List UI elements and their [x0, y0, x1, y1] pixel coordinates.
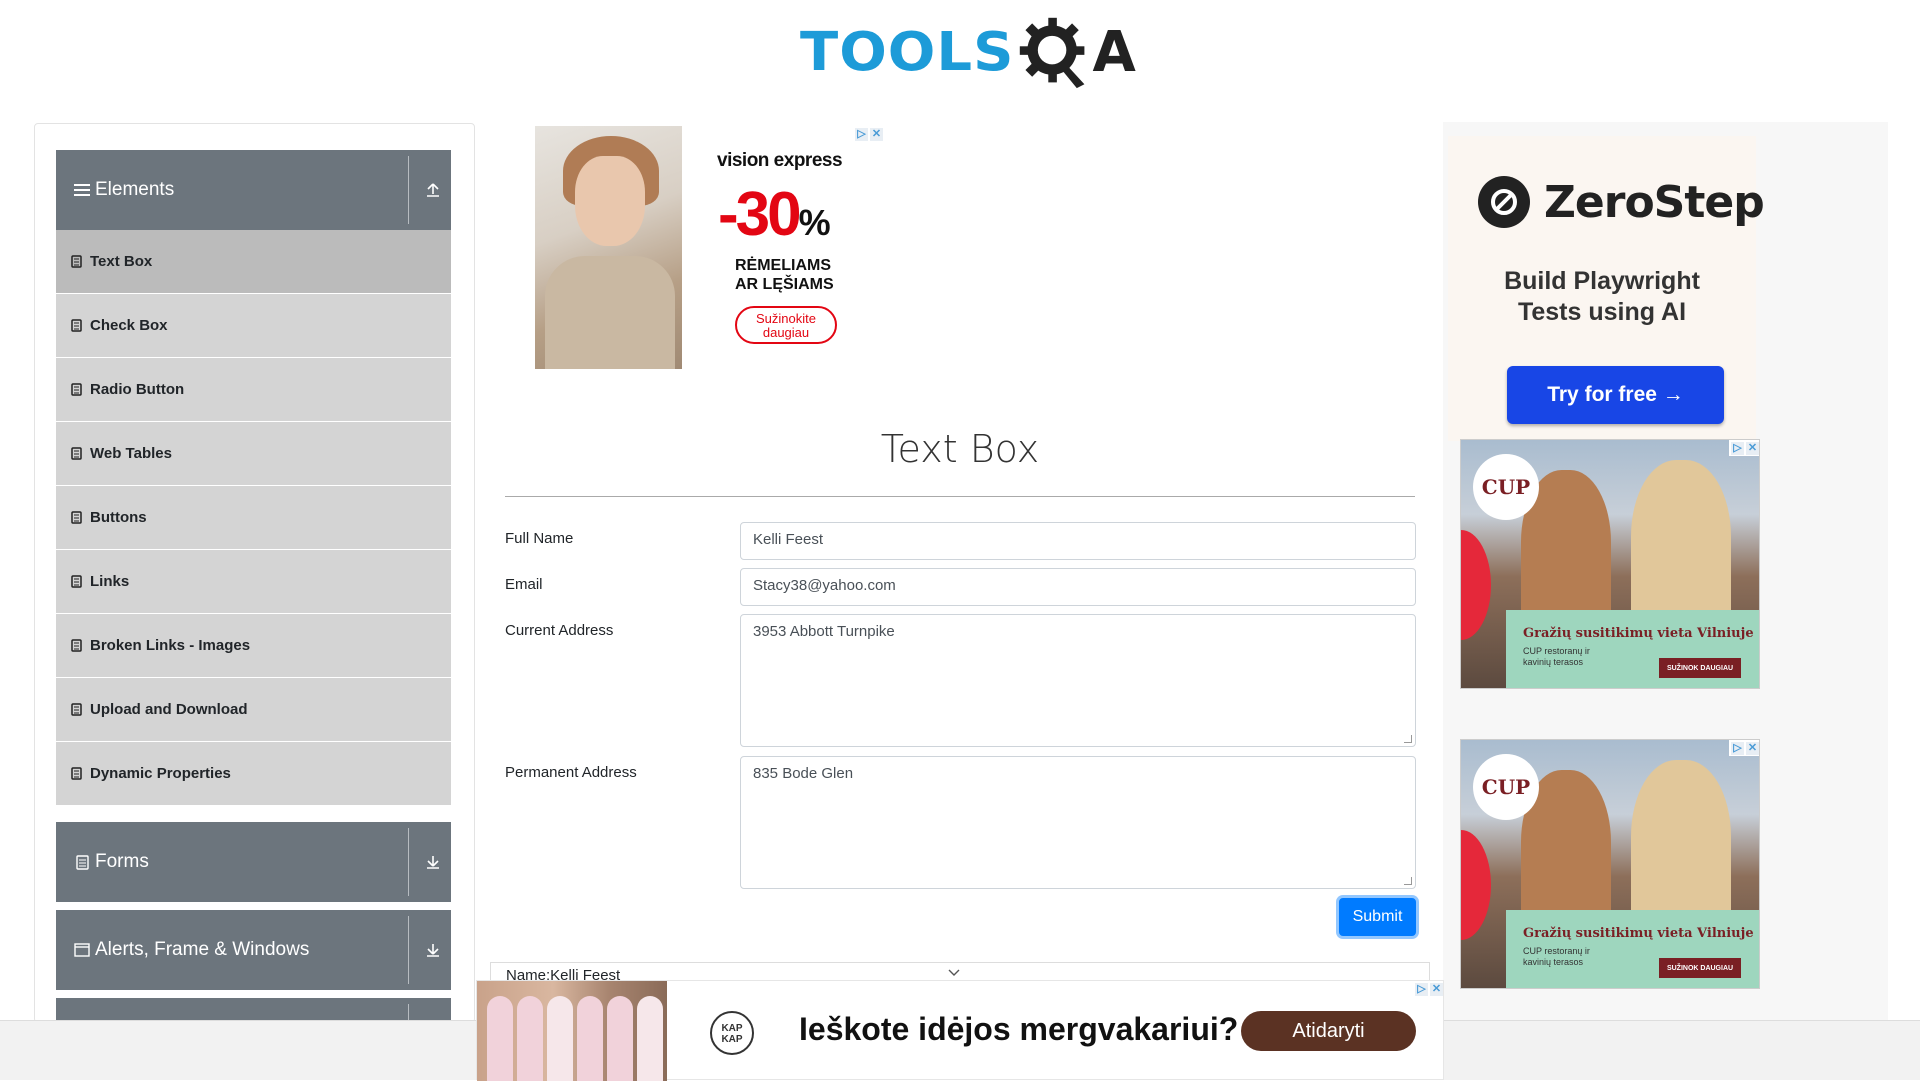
document-icon [71, 575, 83, 589]
sidebar-item-buttons[interactable]: Buttons [56, 486, 451, 550]
logo-text-tools: TOOLS [800, 21, 1015, 83]
group-label-forms: Forms [95, 851, 149, 872]
resize-handle[interactable] [1404, 735, 1412, 743]
cup-subtitle: CUP restoranų ir kavinių terasos [1523, 946, 1590, 967]
logo-text-a: A [1092, 19, 1136, 85]
sidebar-item-label: Web Tables [90, 445, 172, 462]
cup-cta-button[interactable]: SUŽINOK DAUGIAU [1659, 658, 1741, 678]
cup-logo: CUP [1473, 754, 1539, 820]
document-icon [71, 767, 83, 781]
submit-button[interactable]: Submit [1339, 898, 1416, 936]
cup-title: Gražių susitikimų vieta Vilniuje [1523, 626, 1754, 641]
toolsqa-logo[interactable]: TOOLS A [800, 12, 1136, 92]
document-icon [71, 383, 83, 397]
right-ad-column: ZeroStep Build Playwright Tests using AI… [1443, 122, 1888, 1022]
sidebar-item-broken-links[interactable]: Broken Links - Images [56, 614, 451, 678]
full-name-input[interactable]: Kelli Feest [740, 522, 1416, 560]
zerostep-ad[interactable]: ZeroStep Build Playwright Tests using AI… [1448, 136, 1765, 441]
zerostep-icon [1478, 176, 1530, 228]
current-address-textarea[interactable]: 3953 Abbott Turnpike [740, 614, 1416, 747]
page-header: TOOLS A [0, 0, 1920, 110]
kapkap-logo: KAP KAP [710, 1011, 754, 1055]
divider [505, 496, 1415, 497]
window-icon [73, 941, 91, 959]
document-icon [71, 319, 83, 333]
banner-photo [477, 981, 667, 1081]
sidebar-item-web-tables[interactable]: Web Tables [56, 422, 451, 486]
divider [408, 156, 409, 224]
document-icon [71, 703, 83, 717]
sidebar-item-check-box[interactable]: Check Box [56, 294, 451, 358]
document-icon [71, 639, 83, 653]
ad-photo [535, 126, 682, 369]
ad-cta-button[interactable]: Sužinokite daugiau [735, 306, 837, 344]
gear-q-icon [1020, 17, 1085, 89]
permanent-address-textarea[interactable]: 835 Bode Glen [740, 756, 1416, 889]
cup-subtitle: CUP restoranų ir kavinių terasos [1523, 646, 1590, 667]
zerostep-logo: ZeroStep [1478, 176, 1765, 228]
ad-text: RĖMELIAMS AR LĘŠIAMS [735, 257, 834, 293]
collapse-icon[interactable] [421, 178, 445, 202]
full-name-label: Full Name [505, 530, 574, 547]
chevron-down-icon [948, 969, 960, 976]
permanent-address-value: 835 Bode Glen [753, 765, 854, 782]
current-address-label: Current Address [505, 622, 614, 639]
cup-cta-button[interactable]: SUŽINOK DAUGIAU [1659, 958, 1741, 978]
ad-discount: -30% [718, 180, 831, 249]
document-icon [71, 511, 83, 525]
sidebar-item-label: Buttons [90, 509, 147, 526]
page-title: Text Box [880, 427, 1040, 471]
adchoices-icon[interactable]: ▷ ✕ [1413, 981, 1443, 997]
permanent-address-label: Permanent Address [505, 764, 637, 781]
sidebar-item-links[interactable]: Links [56, 550, 451, 614]
sidebar-item-label: Radio Button [90, 381, 185, 398]
group-header-alerts[interactable]: Alerts, Frame & Windows [56, 910, 451, 990]
sidebar-item-upload-download[interactable]: Upload and Download [56, 678, 451, 742]
kapkap-banner-ad[interactable]: KAP KAP Ieškote idėjos mergvakariui? Ati… [476, 980, 1444, 1081]
zerostep-tagline: Build Playwright Tests using AI [1504, 267, 1700, 326]
cup-logo: CUP [1473, 454, 1539, 520]
sidebar-item-label: Broken Links - Images [90, 637, 251, 654]
group-header-elements[interactable]: Elements [56, 150, 451, 230]
adchoices-icon[interactable]: ▷ ✕ [853, 126, 883, 142]
adchoices-icon[interactable]: ▷ ✕ [1729, 740, 1759, 756]
atidaryti-button[interactable]: Atidaryti [1241, 1011, 1416, 1051]
email-input[interactable]: Stacy38@yahoo.com [740, 568, 1416, 606]
divider [408, 828, 409, 896]
cup-ad[interactable]: CUP Gražių susitikimų vieta Vilniuje CUP… [1460, 439, 1760, 689]
sidebar-item-label: Links [90, 573, 130, 590]
elements-menu: Text Box Check Box Radio Button Web Tabl… [56, 230, 451, 806]
hamburger-icon [73, 181, 91, 199]
email-label: Email [505, 576, 543, 593]
cup-ad[interactable]: CUP Gražių susitikimų vieta Vilniuje CUP… [1460, 739, 1760, 989]
document-icon [71, 447, 83, 461]
group-header-forms[interactable]: Forms [56, 822, 451, 902]
try-for-free-button[interactable]: Try for free → [1507, 366, 1724, 424]
download-icon[interactable] [421, 850, 445, 874]
banner-headline: Ieškote idėjos mergvakariui? [799, 1011, 1239, 1047]
sidebar-item-label: Upload and Download [90, 701, 248, 718]
cup-title: Gražių susitikimų vieta Vilniuje [1523, 926, 1754, 941]
document-icon [73, 853, 91, 871]
sidebar-item-label: Text Box [90, 253, 153, 270]
document-icon [71, 255, 83, 269]
download-icon[interactable] [421, 938, 445, 962]
sidebar-item-label: Check Box [90, 317, 168, 334]
group-label-elements: Elements [95, 179, 175, 200]
sidebar-item-radio-button[interactable]: Radio Button [56, 358, 451, 422]
group-label-alerts: Alerts, Frame & Windows [95, 939, 310, 960]
vision-express-ad[interactable]: vision express -30% RĖMELIAMS AR LĘŠIAMS… [535, 126, 885, 372]
ad-brand: vision express [717, 150, 843, 171]
resize-handle[interactable] [1404, 877, 1412, 885]
left-sidebar: Elements Text Box Check Box Radio Button… [34, 123, 475, 1023]
sidebar-item-dynamic-properties[interactable]: Dynamic Properties [56, 742, 451, 806]
divider [408, 916, 409, 984]
current-address-value: 3953 Abbott Turnpike [753, 623, 895, 640]
adchoices-icon[interactable]: ▷ ✕ [1729, 440, 1759, 456]
sidebar-item-text-box[interactable]: Text Box [56, 230, 451, 294]
sidebar-item-label: Dynamic Properties [90, 765, 231, 782]
